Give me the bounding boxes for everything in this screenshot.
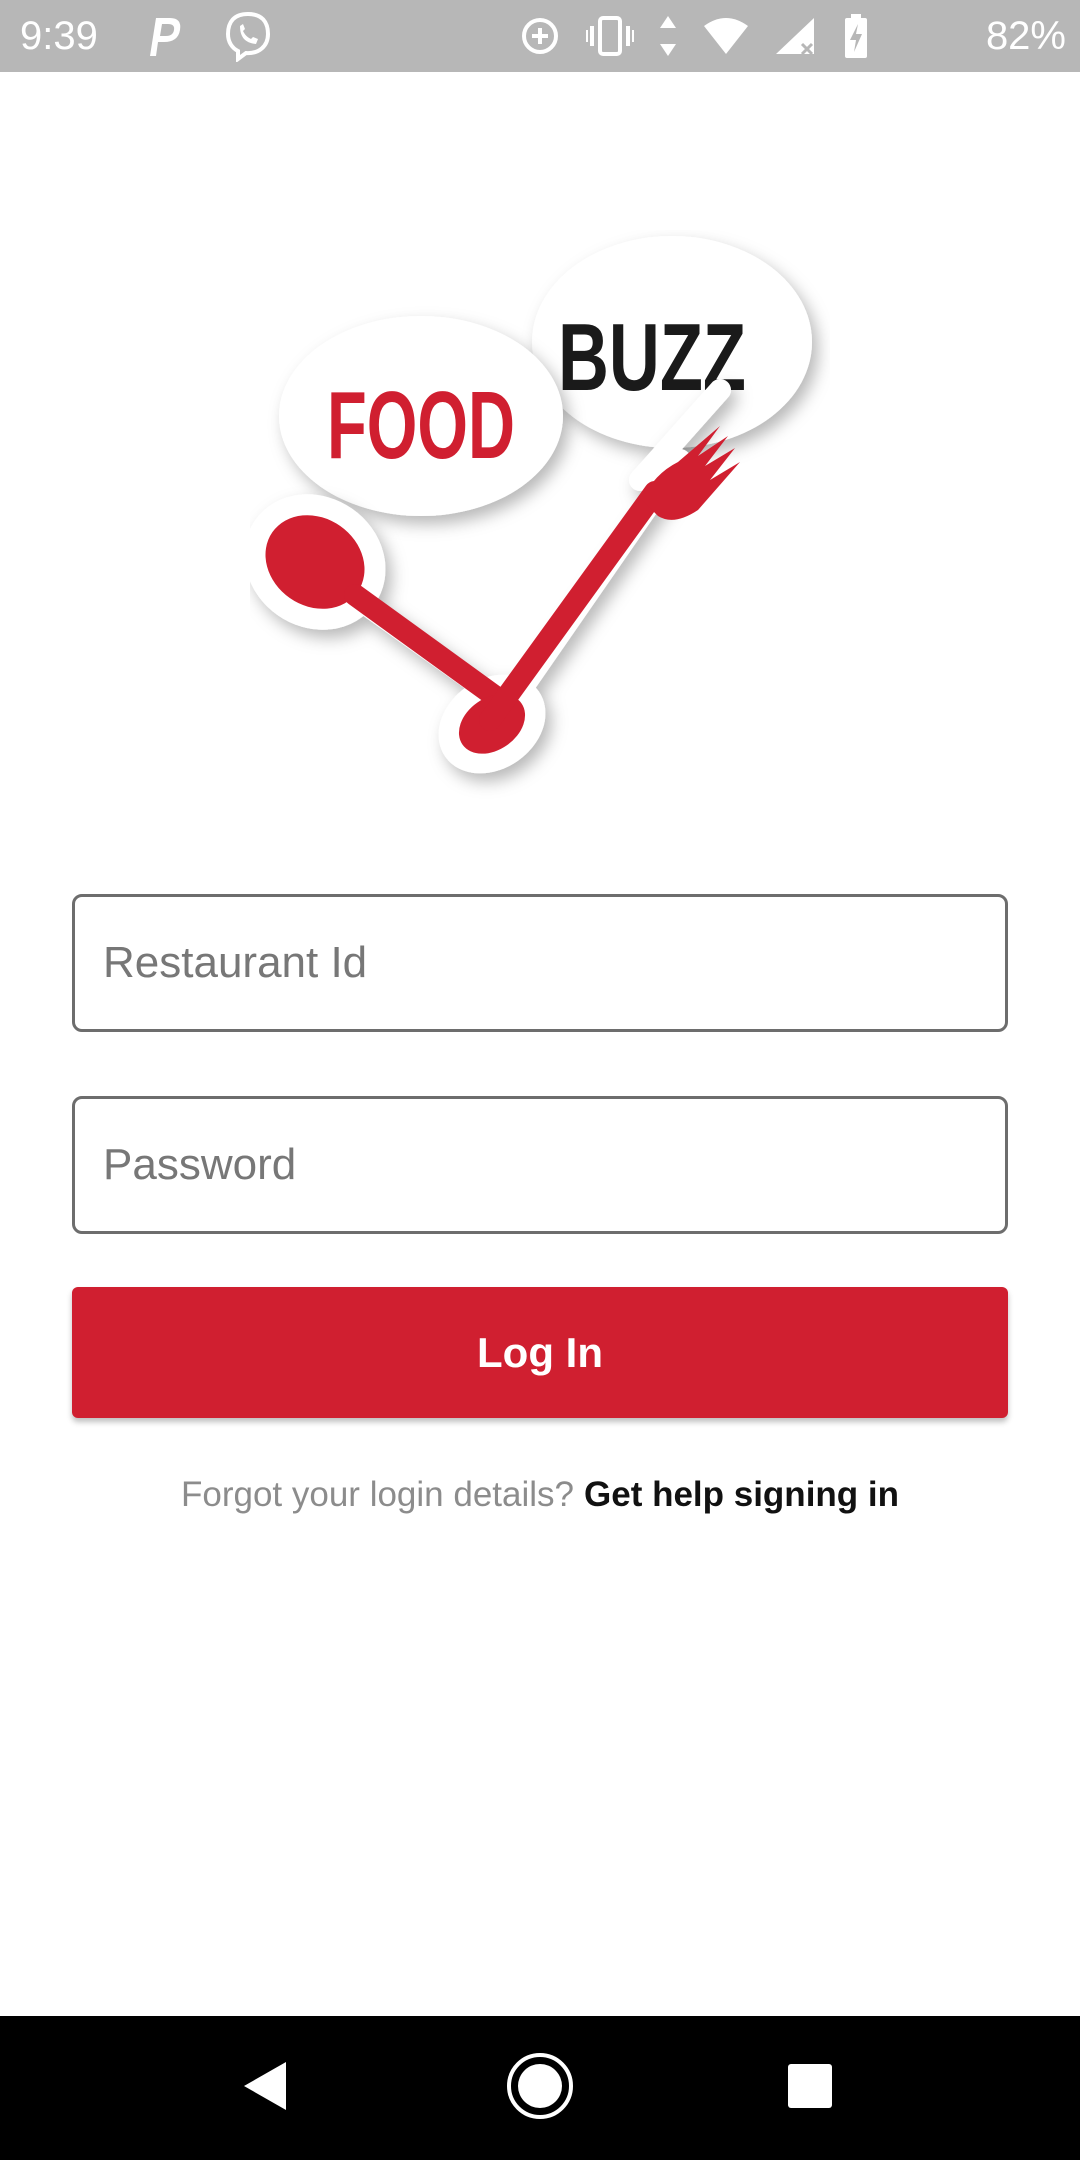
home-button[interactable] xyxy=(465,2016,615,2160)
data-arrows-icon xyxy=(656,10,680,62)
wifi-icon xyxy=(702,10,750,62)
status-bar: 9:39 82% xyxy=(0,0,1080,72)
get-help-link[interactable]: Get help signing in xyxy=(584,1475,899,1514)
navigation-bar xyxy=(0,2016,1080,2160)
signal-icon xyxy=(772,10,820,62)
recents-button[interactable] xyxy=(735,2016,885,2160)
password-input[interactable] xyxy=(75,1099,1005,1231)
login-button[interactable]: Log In xyxy=(72,1287,1008,1418)
logo-word-food: FOOD xyxy=(327,372,515,479)
recents-icon xyxy=(785,2061,835,2116)
viber-icon xyxy=(224,10,272,63)
help-row: Forgot your login details? Get help signi… xyxy=(0,1470,1080,1520)
home-icon xyxy=(504,2050,576,2127)
restaurant-id-input[interactable] xyxy=(75,897,1005,1029)
battery-percent: 82% xyxy=(985,14,1066,58)
battery-charging-icon xyxy=(842,10,870,62)
restaurant-id-field[interactable] xyxy=(72,894,1008,1032)
back-button[interactable] xyxy=(190,2016,340,2160)
status-time: 9:39 xyxy=(20,14,98,58)
back-icon xyxy=(240,2058,290,2119)
password-field[interactable] xyxy=(72,1096,1008,1234)
vibrate-icon xyxy=(584,10,636,62)
parking-icon xyxy=(140,10,188,62)
forgot-login-text: Forgot your login details? xyxy=(181,1475,574,1514)
food-buzz-logo: FOOD BUZZ xyxy=(244,230,830,830)
data-saver-icon xyxy=(516,10,564,62)
